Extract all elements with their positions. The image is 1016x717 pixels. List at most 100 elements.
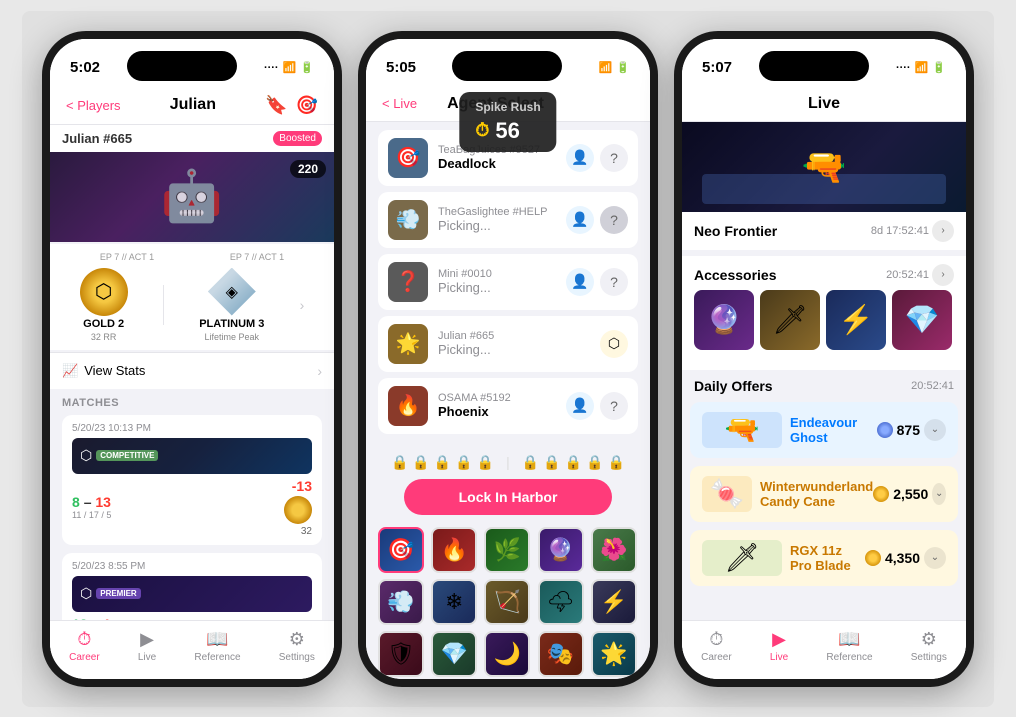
matches-section: MATCHES 5/20/23 10:13 PM ⬡ COMPETITIVE 8 bbox=[50, 389, 334, 620]
offer-chevron-0[interactable]: ⌄ bbox=[924, 419, 946, 441]
tab-settings-label-3: Settings bbox=[911, 652, 947, 663]
agent-grid-item-12[interactable]: 🌙 bbox=[484, 631, 530, 677]
tab-live-1[interactable]: ▶ Live bbox=[138, 629, 156, 663]
match-card-1[interactable]: 5/20/23 10:13 PM ⬡ COMPETITIVE 8 – 13 bbox=[62, 415, 322, 545]
ranks-chevron[interactable]: › bbox=[300, 297, 305, 313]
agent-selected-2: Picking... bbox=[438, 280, 556, 295]
agent-actions-4: 👤 ? bbox=[566, 392, 628, 420]
tab-career-1[interactable]: ⏱ Career bbox=[69, 629, 100, 663]
lock-in-button[interactable]: Lock In Harbor bbox=[404, 479, 612, 515]
agent-row-2[interactable]: ❓ Mini #0010 Picking... 👤 ? bbox=[378, 254, 638, 310]
agent-avatar-1: 💨 bbox=[388, 200, 428, 240]
bookmark-icon[interactable]: 🔖 bbox=[265, 95, 287, 116]
agent-grid: 🎯 🔥 🌿 🔮 🌺 💨 ❄ 🏹 🌩 ⚡ 🛡 💎 🌙 🎭 🌟 bbox=[366, 521, 650, 679]
info-btn-0[interactable]: ? bbox=[600, 144, 628, 172]
lock-section: 🔒 🔒 🔒 🔒 🔒 | 🔒 🔒 🔒 🔒 🔒 Lock In Harbor bbox=[366, 448, 650, 521]
agent-grid-item-4[interactable]: 🌺 bbox=[591, 527, 637, 573]
agent-grid-item-6[interactable]: ❄ bbox=[431, 579, 477, 625]
agent-grid-item-2[interactable]: 🌿 bbox=[484, 527, 530, 573]
daily-offers-timer: 20:52:41 bbox=[911, 380, 954, 392]
accessory-2[interactable]: ⚡ bbox=[826, 290, 886, 350]
back-button-1[interactable]: < Players bbox=[66, 98, 121, 113]
tab-live-label-3: Live bbox=[770, 652, 788, 663]
lock-icon-0: 🔒 bbox=[391, 454, 408, 471]
offer-card-1[interactable]: 🍬 Winterwunderland Candy Cane 2,550 ⌄ bbox=[690, 466, 958, 522]
rank-small-icon-1 bbox=[284, 496, 312, 524]
offer-chevron-2[interactable]: ⌄ bbox=[924, 547, 946, 569]
timer-icon: ⏱ bbox=[475, 120, 489, 141]
agent-grid-item-14[interactable]: 🌟 bbox=[591, 631, 637, 677]
offer-chevron-1[interactable]: ⌄ bbox=[932, 483, 946, 505]
back-button-2[interactable]: < Live bbox=[382, 96, 417, 111]
reference-icon-3: 📖 bbox=[838, 629, 860, 650]
agent-row-3[interactable]: 🌟 Julian #665 Picking... ⬡ bbox=[378, 316, 638, 372]
info-btn-2[interactable]: ? bbox=[600, 268, 628, 296]
agent-row-1[interactable]: 💨 TheGaslightee #HELP Picking... 👤 ? bbox=[378, 192, 638, 248]
career-icon: ⏱ bbox=[77, 629, 91, 650]
rank-label-peak: EP 7 // ACT 1 bbox=[230, 252, 284, 262]
nav-bar-3: Live bbox=[682, 89, 966, 122]
offer-card-2[interactable]: 🗡 RGX 11z Pro Blade 4,350 ⌄ bbox=[690, 530, 958, 586]
lock-row: 🔒 🔒 🔒 🔒 🔒 | 🔒 🔒 🔒 🔒 🔒 bbox=[378, 454, 638, 471]
tab-live-3[interactable]: ▶ Live bbox=[770, 629, 788, 663]
rank-sub-current: 32 RR bbox=[91, 332, 117, 342]
accessories-chevron[interactable]: › bbox=[932, 264, 954, 286]
profile-icon[interactable]: 🎯 bbox=[296, 95, 318, 116]
match-date-1: 5/20/23 10:13 PM bbox=[72, 423, 312, 434]
match-card-2[interactable]: 5/20/23 8:55 PM ⬡ PREMIER 13 – 1 bbox=[62, 553, 322, 620]
match-banner-2: ⬡ PREMIER bbox=[72, 576, 312, 612]
live-icon-3: ▶ bbox=[772, 629, 786, 650]
rank-name-current: GOLD 2 bbox=[83, 318, 124, 330]
profile-btn-0[interactable]: 👤 bbox=[566, 144, 594, 172]
vp-icon-2 bbox=[865, 550, 881, 566]
status-bar-2: 5:05 📶 🔋 bbox=[366, 39, 650, 89]
accessory-0[interactable]: 🔮 bbox=[694, 290, 754, 350]
agent-grid-item-1[interactable]: 🔥 bbox=[431, 527, 477, 573]
agent-grid-item-7[interactable]: 🏹 bbox=[484, 579, 530, 625]
info-btn-4[interactable]: ? bbox=[600, 392, 628, 420]
career-icon-3: ⏱ bbox=[709, 629, 723, 650]
timer-value: 56 bbox=[495, 118, 519, 144]
match-banner-1: ⬡ COMPETITIVE bbox=[72, 438, 312, 474]
agent-grid-item-0[interactable]: 🎯 bbox=[378, 527, 424, 573]
player-name-tag: Julian #665 bbox=[62, 131, 132, 146]
agent-grid-item-13[interactable]: 🎭 bbox=[538, 631, 584, 677]
agent-nametag-3: Julian #665 bbox=[438, 330, 590, 342]
tab-reference-1[interactable]: 📖 Reference bbox=[194, 629, 240, 663]
tab-reference-3[interactable]: 📖 Reference bbox=[826, 629, 872, 663]
tab-settings-1[interactable]: ⚙ Settings bbox=[279, 629, 315, 663]
dynamic-island-3 bbox=[759, 51, 869, 81]
agent-grid-item-10[interactable]: 🛡 bbox=[378, 631, 424, 677]
offer-card-0[interactable]: 🔫 Endeavour Ghost 875 ⌄ bbox=[690, 402, 958, 458]
wifi-icon-2: 📶 bbox=[599, 61, 613, 74]
rr-value-1: -13 bbox=[292, 478, 312, 494]
tab-settings-3[interactable]: ⚙ Settings bbox=[911, 629, 947, 663]
info-btn-1[interactable]: ? bbox=[600, 206, 628, 234]
accessories-header: Accessories 20:52:41 › bbox=[682, 256, 966, 290]
lock-icon-3: 🔒 bbox=[455, 454, 472, 471]
view-stats-button[interactable]: 📈 View Stats › bbox=[50, 352, 334, 389]
agent-grid-item-11[interactable]: 💎 bbox=[431, 631, 477, 677]
agent-grid-item-9[interactable]: ⚡ bbox=[591, 579, 637, 625]
agent-grid-item-5[interactable]: 💨 bbox=[378, 579, 424, 625]
profile-btn-4[interactable]: 👤 bbox=[566, 392, 594, 420]
agent-nametag-1: TheGaslightee #HELP bbox=[438, 206, 556, 218]
tab-career-3[interactable]: ⏱ Career bbox=[701, 629, 732, 663]
accessory-1[interactable]: 🗡 bbox=[760, 290, 820, 350]
hero-robot-icon: 🤖 bbox=[161, 167, 223, 226]
agent-grid-item-3[interactable]: 🔮 bbox=[538, 527, 584, 573]
store-chevron[interactable]: › bbox=[932, 220, 954, 242]
offer-img-2: 🗡 bbox=[702, 540, 782, 576]
store-timer: 8d 17:52:41 › bbox=[871, 220, 954, 242]
accessory-3[interactable]: 💎 bbox=[892, 290, 952, 350]
rank-item-peak: ◈ PLATINUM 3 Lifetime Peak bbox=[199, 268, 264, 342]
match-kda-1: 11 / 17 / 5 bbox=[72, 510, 111, 520]
accessories-timer: 20:52:41 › bbox=[886, 264, 954, 286]
ranks-labels: EP 7 // ACT 1 EP 7 // ACT 1 bbox=[62, 252, 322, 262]
profile-btn-2[interactable]: 👤 bbox=[566, 268, 594, 296]
rank-btn-3[interactable]: ⬡ bbox=[600, 330, 628, 358]
profile-btn-1[interactable]: 👤 bbox=[566, 206, 594, 234]
match-mode-1: COMPETITIVE bbox=[96, 450, 158, 461]
agent-grid-item-8[interactable]: 🌩 bbox=[538, 579, 584, 625]
agent-row-4[interactable]: 🔥 OSAMA #5192 Phoenix 👤 ? bbox=[378, 378, 638, 434]
